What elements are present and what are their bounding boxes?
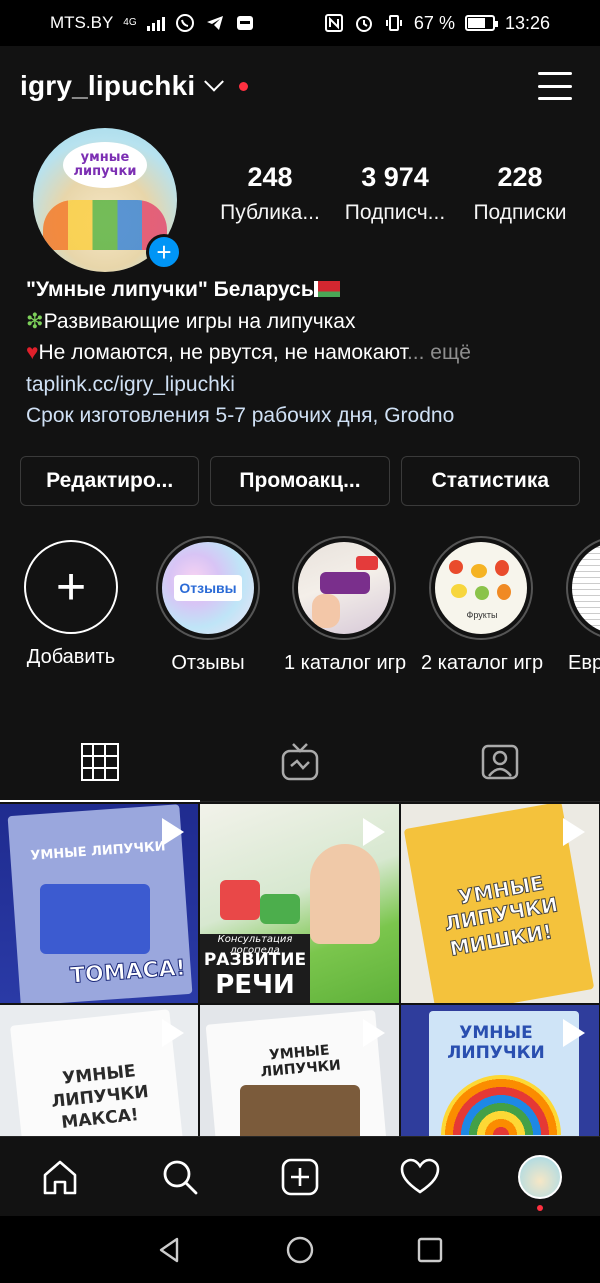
highlight-euro[interactable]: Евр — [558, 535, 600, 675]
tab-tagged[interactable] — [400, 722, 600, 801]
plus-icon: + — [24, 539, 118, 634]
profile-header: умные липучки + 248 Публика... 3 974 Под… — [0, 126, 600, 286]
post-thumbnail[interactable]: УМНЫЕ ЛИПУЧКИ МИШКИ! — [401, 804, 599, 1003]
tagged-icon — [481, 744, 519, 779]
notification-dot — [239, 81, 249, 91]
sparkle-icon: ❇ — [26, 309, 44, 333]
tab-posts-grid[interactable] — [0, 722, 200, 802]
insights-button[interactable]: Статистика — [400, 455, 580, 506]
stat-posts[interactable]: 248 Публика... — [210, 162, 330, 225]
post-thumbnail[interactable]: Консультация логопеда РАЗВИТИЕ РЕЧИ — [200, 804, 399, 1003]
add-story-plus-icon[interactable]: + — [146, 234, 182, 270]
activity-icon — [400, 1158, 440, 1194]
profile-stats: 248 Публика... 3 974 Подписч... 228 Подп… — [210, 162, 580, 225]
nav-home[interactable] — [30, 1147, 90, 1207]
new-post-icon — [281, 1158, 319, 1195]
network-type: 4G — [123, 17, 137, 28]
instagram-profile: igry_lipuchki умные липучки + 248 Публик… — [0, 46, 600, 1216]
profile-bio: "Умные липучки" Беларусь ❇Развивающие иг… — [0, 274, 600, 432]
home-icon — [43, 1160, 77, 1194]
nav-activity[interactable] — [390, 1147, 450, 1207]
account-switcher[interactable]: igry_lipuchki — [20, 70, 249, 102]
story-highlights: + Добавить Отзывы Отзывы 1 каталог игр Ф… — [0, 535, 600, 696]
igtv-icon — [281, 742, 319, 780]
profile-tabs — [0, 722, 600, 802]
carrier: MTS.BY — [50, 13, 114, 32]
bio-link[interactable]: taplink.cc/igry_lipuchki — [26, 369, 574, 401]
stat-following[interactable]: 228 Подписки — [460, 162, 580, 225]
stat-followers[interactable]: 3 974 Подписч... — [335, 162, 455, 225]
highlight-reviews[interactable]: Отзывы Отзывы — [148, 535, 268, 675]
profile-actions: Редактиро... Промоакц... Статистика — [0, 455, 600, 506]
video-play-icon — [563, 1019, 585, 1047]
username: igry_lipuchki — [20, 70, 196, 101]
bottom-nav — [0, 1136, 600, 1216]
back-icon[interactable] — [155, 1235, 185, 1265]
status-bar: MTS.BY 4G 67 % 13:26 — [0, 0, 600, 46]
edit-profile-button[interactable]: Редактиро... — [20, 455, 200, 506]
bio-line-1: Развивающие игры на липучках — [43, 309, 356, 333]
post-thumbnail[interactable]: УМНЫЕ ЛИПУЧКИ ТОМАСА! — [0, 804, 198, 1003]
heart-emoji-icon: ♥ — [26, 341, 39, 364]
highlight-cover: Фрукты — [435, 541, 527, 634]
highlight-catalog-1[interactable]: 1 каталог игр — [284, 535, 406, 675]
video-play-icon — [162, 1019, 184, 1047]
video-play-icon — [363, 1019, 385, 1047]
search-icon — [163, 1160, 198, 1194]
video-play-icon — [363, 818, 385, 846]
top-bar: igry_lipuchki — [0, 46, 600, 126]
tab-igtv[interactable] — [200, 722, 400, 801]
grid-icon — [81, 742, 119, 781]
chevron-down-icon — [204, 71, 225, 92]
bio-line-2: Не ломаются, не рвутся, не намокают — [38, 341, 407, 364]
menu-icon[interactable] — [538, 72, 572, 100]
nav-new-post[interactable] — [270, 1147, 330, 1207]
highlight-cover — [298, 541, 390, 634]
bio-more-link[interactable]: ... ещё — [407, 341, 471, 364]
app-notification-icon — [235, 13, 255, 33]
system-nav-bar — [0, 1216, 600, 1283]
nfc-icon — [324, 13, 344, 33]
signal-icon — [146, 15, 165, 31]
highlight-cover — [572, 541, 600, 634]
highlight-cover: Отзывы — [162, 541, 254, 634]
nav-profile[interactable] — [510, 1147, 570, 1211]
video-play-icon — [162, 818, 184, 846]
home-circle-icon[interactable] — [285, 1235, 315, 1265]
video-play-icon — [563, 818, 585, 846]
highlight-add[interactable]: + Добавить — [11, 536, 131, 669]
promotions-button[interactable]: Промоакц... — [210, 455, 390, 506]
notification-dot — [537, 1204, 543, 1211]
battery-icon — [464, 15, 498, 31]
viber-icon — [175, 13, 195, 33]
alarm-icon — [354, 13, 374, 33]
bio-line-3: Срок изготовления 5-7 рабочих дня, Grodn… — [26, 404, 455, 427]
avatar-logo: умные липучки — [63, 142, 147, 188]
nav-search[interactable] — [150, 1147, 210, 1207]
recents-icon[interactable] — [415, 1235, 445, 1265]
clock: 13:26 — [504, 12, 550, 33]
highlight-catalog-2[interactable]: Фрукты 2 каталог игр — [421, 535, 543, 675]
profile-avatar-small — [518, 1154, 562, 1199]
telegram-icon — [205, 13, 225, 33]
battery-percent: 67 % — [413, 12, 455, 33]
vibrate-icon — [384, 13, 404, 33]
